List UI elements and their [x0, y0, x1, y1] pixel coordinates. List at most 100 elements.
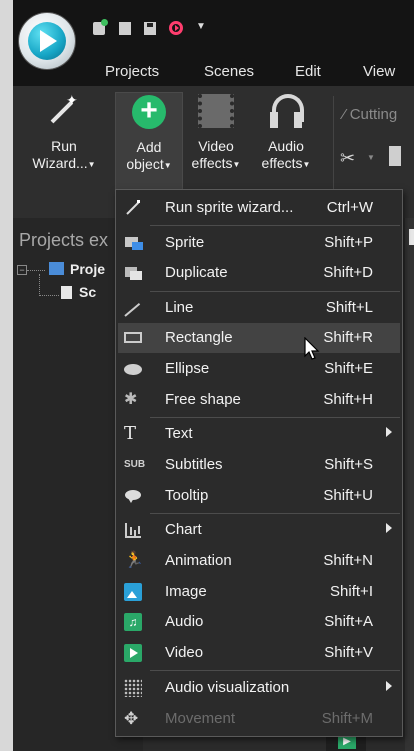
- menu-item-free-shape[interactable]: ✱ Free shape Shift+H: [118, 385, 400, 415]
- scene-icon: [61, 286, 72, 299]
- chevron-down-icon: ▼: [163, 160, 172, 170]
- duplicate-icon: [124, 264, 142, 282]
- menu-item-rectangle[interactable]: Rectangle Shift+R: [118, 323, 400, 353]
- scissors-icon[interactable]: ✂: [340, 148, 355, 169]
- menu-item-label: Sprite: [165, 234, 205, 251]
- menu-item-chart[interactable]: Chart: [118, 515, 400, 545]
- app-logo[interactable]: [19, 13, 75, 69]
- menu-separator: [150, 513, 400, 514]
- tab-view[interactable]: View: [363, 63, 395, 80]
- animation-icon: 🏃: [124, 552, 144, 569]
- run-wizard-label: Run: [51, 138, 77, 154]
- menu-item-label: Duplicate: [165, 264, 228, 281]
- tree-connector: [39, 274, 40, 296]
- menu-item-ellipse[interactable]: Ellipse Shift+E: [118, 354, 400, 384]
- menu-separator: [150, 417, 400, 418]
- add-object-menu: Run sprite wizard... Ctrl+W Sprite Shift…: [115, 189, 403, 737]
- menu-separator: [150, 670, 400, 671]
- tree-connector: [39, 295, 59, 296]
- open-icon[interactable]: [119, 22, 131, 35]
- menu-bar: Projects Scenes Edit View: [13, 58, 414, 86]
- line-icon: [124, 299, 142, 317]
- menu-item-shortcut: Shift+M: [321, 710, 373, 727]
- menu-item-image[interactable]: Image Shift+I: [118, 577, 400, 607]
- menu-item-video[interactable]: Video Shift+V: [118, 638, 400, 668]
- menu-item-label: Ellipse: [165, 360, 210, 377]
- preview-play-icon[interactable]: [169, 21, 183, 35]
- menu-item-shortcut: Shift+R: [323, 329, 373, 346]
- magic-wand-icon: [124, 199, 142, 217]
- menu-item-line[interactable]: Line Shift+L: [118, 293, 400, 323]
- menu-item-label: Audio visualization: [165, 679, 290, 696]
- menu-item-label: Image: [165, 583, 207, 600]
- chevron-down-icon: ▼: [87, 159, 96, 169]
- menu-separator: [150, 291, 400, 292]
- menu-item-label: Animation: [165, 552, 232, 569]
- menu-item-label: Tooltip: [165, 487, 209, 504]
- headphones-icon: [270, 94, 304, 128]
- menu-item-sprite[interactable]: Sprite Shift+P: [118, 228, 400, 258]
- menu-item-label: Chart: [165, 521, 202, 538]
- menu-item-shortcut: Shift+S: [324, 456, 373, 473]
- menu-separator: [150, 225, 400, 226]
- submenu-arrow-icon: [386, 523, 392, 533]
- menu-item-shortcut: Shift+L: [325, 299, 373, 316]
- cutting-label: Cutting: [349, 106, 398, 123]
- tab-edit[interactable]: Edit: [295, 63, 321, 80]
- tree-item-project[interactable]: Proje: [70, 261, 105, 277]
- menu-item-audio-visualization[interactable]: Audio visualization: [118, 673, 400, 703]
- tab-projects[interactable]: Projects: [105, 63, 159, 80]
- menu-item-shortcut: Shift+P: [324, 234, 373, 251]
- new-project-icon[interactable]: [93, 19, 108, 35]
- audio-effects-button[interactable]: Audio effects▼: [253, 94, 319, 173]
- video-effects-label: Video: [198, 138, 234, 154]
- menu-item-subtitles[interactable]: SUB Subtitles Shift+S: [118, 450, 400, 480]
- video-effects-button[interactable]: Video effects▼: [183, 94, 249, 173]
- rectangle-icon: [124, 329, 142, 347]
- menu-item-shortcut: Shift+I: [330, 583, 373, 600]
- audio-icon: ♫: [124, 613, 142, 631]
- menu-item-duplicate[interactable]: Duplicate Shift+D: [118, 258, 400, 288]
- add-circle-icon: +: [132, 95, 166, 129]
- save-icon[interactable]: [144, 22, 156, 35]
- chevron-down-icon[interactable]: ▼: [367, 153, 375, 162]
- menu-item-shortcut: Shift+H: [323, 391, 373, 408]
- tree-item-scene[interactable]: Sc: [79, 284, 96, 300]
- collapse-icon[interactable]: −: [17, 265, 27, 275]
- tooltip-icon: [124, 487, 142, 505]
- workspace-field[interactable]: [409, 229, 414, 245]
- menu-item-animation[interactable]: 🏃 Animation Shift+N: [118, 546, 400, 576]
- menu-item-audio[interactable]: ♫ Audio Shift+A: [118, 607, 400, 637]
- add-object-button[interactable]: + Add object▼: [115, 92, 183, 192]
- menu-item-shortcut: Shift+U: [323, 487, 373, 504]
- menu-item-shortcut: Shift+V: [324, 644, 373, 661]
- menu-item-movement: ✥ Movement Shift+M: [118, 704, 400, 734]
- submenu-arrow-icon: [386, 681, 392, 691]
- menu-item-label: Text: [165, 425, 193, 442]
- chevron-down-icon: ▼: [232, 159, 241, 169]
- quick-access-dropdown-icon[interactable]: ▼: [196, 22, 206, 32]
- project-icon: [49, 262, 64, 275]
- menu-item-label: Rectangle: [165, 329, 233, 346]
- ribbon-separator: [333, 96, 334, 192]
- magic-wand-icon: [46, 92, 82, 128]
- cutting-button[interactable]: ⁄ Cutting: [343, 106, 397, 123]
- tab-scenes[interactable]: Scenes: [204, 63, 254, 80]
- movement-icon: ✥: [124, 709, 139, 728]
- video-effects-label-2: effects: [191, 155, 233, 171]
- chevron-down-icon: ▼: [302, 159, 311, 169]
- menu-item-run-sprite-wizard[interactable]: Run sprite wizard... Ctrl+W: [118, 193, 400, 223]
- trim-tool-icon[interactable]: [389, 146, 401, 166]
- menu-item-text[interactable]: T Text: [118, 419, 400, 449]
- submenu-arrow-icon: [386, 427, 392, 437]
- menu-item-shortcut: Ctrl+W: [326, 199, 373, 216]
- sprite-icon: [124, 234, 143, 252]
- menu-item-label: Run sprite wizard...: [165, 199, 294, 216]
- tree-connector: [27, 270, 45, 271]
- menu-item-shortcut: Shift+N: [323, 552, 373, 569]
- chart-icon: [124, 521, 142, 539]
- run-wizard-button[interactable]: Run Wizard...▼: [23, 92, 105, 173]
- app-window: ▼ Projects Scenes Edit View Run Wizard..…: [13, 0, 414, 751]
- menu-item-tooltip[interactable]: Tooltip Shift+U: [118, 481, 400, 511]
- menu-item-label: Line: [165, 299, 194, 316]
